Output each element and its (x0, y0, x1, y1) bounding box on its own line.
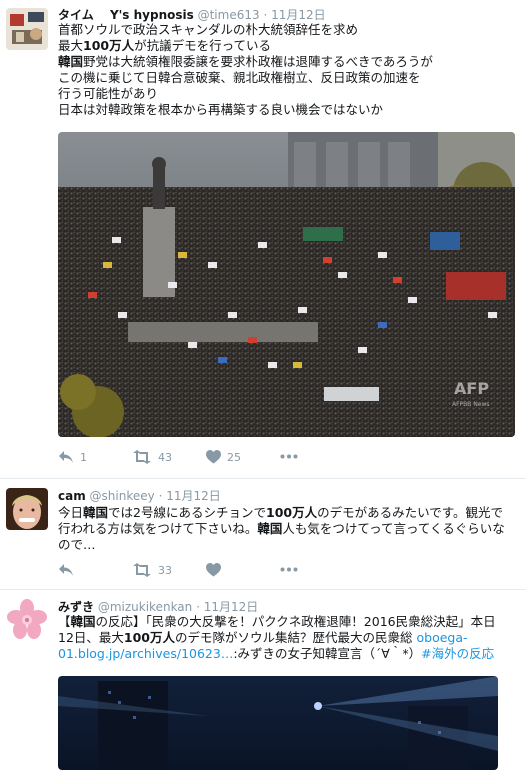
tweet-text-line: 日本は対韓政策を根本から再構築する良い機会ではないか (58, 102, 513, 118)
reply-icon (59, 451, 73, 463)
timestamp[interactable]: 11月12日 (166, 489, 221, 503)
bold-keyword: 韓国 (70, 614, 96, 629)
tweet-text-line: 12日、最大100万人のデモ隊がソウル集結？歴代最大の民衆総 oboega- (58, 630, 513, 646)
tweet-text: 【韓国の反応】「民衆の大反撃を！パククネ政権退陣！2016民衆総決起」本日 12日… (58, 614, 513, 662)
tweet-photo[interactable] (58, 676, 498, 770)
tweet-text-line: 【韓国の反応】「民衆の大反撃を！パククネ政権退陣！2016民衆総決起」本日 (58, 614, 513, 630)
like-button[interactable] (206, 563, 227, 577)
bold-keyword: 100万人 (83, 38, 135, 53)
text-segment: 12日、最大 (58, 630, 124, 645)
reply-button[interactable] (58, 563, 80, 577)
more-icon (280, 454, 298, 459)
bold-keyword: 韓国 (257, 521, 283, 536)
tweet-text: 首都ソウルで政治スキャンダルの朴大統領辞任を求め 最大100万人が抗議デモを行って… (58, 22, 513, 118)
tweet-header: みずき @mizukikenkan · 11月12日 (58, 600, 259, 614)
bold-keyword: 韓国 (58, 54, 84, 69)
retweet-button[interactable]: 33 (132, 563, 172, 577)
like-button[interactable]: 25 (206, 450, 241, 464)
tweet[interactable]: タイム Y's hypnosis @time613 · 11月12日 首都ソウル… (0, 0, 526, 479)
tweet-photo[interactable]: AFP AFPBB News (58, 132, 515, 437)
avatar[interactable] (6, 8, 48, 50)
retweet-count: 43 (158, 450, 172, 464)
like-icon (206, 450, 221, 464)
more-button[interactable] (280, 567, 298, 572)
tweet-text-line: 最大100万人が抗議デモを行っている (58, 38, 513, 54)
tweet-text-line: 行う可能性があり (58, 86, 513, 102)
tweet-text-line: 01.blog.jp/archives/10623…:みずきの女子知韓宣言（´∀… (58, 646, 513, 662)
avatar[interactable] (6, 598, 48, 640)
bold-keyword: 100万人 (266, 505, 318, 520)
tweet-header: タイム Y's hypnosis @time613 · 11月12日 (58, 8, 326, 22)
display-name[interactable]: cam (58, 489, 86, 503)
reply-count: 1 (80, 450, 87, 464)
tweet-text-line: 首都ソウルで政治スキャンダルの朴大統領辞任を求め (58, 22, 513, 38)
reply-button[interactable]: 1 (58, 450, 87, 464)
tweet-text: 今日韓国では2号線にあるシチョンで100万人のデモがあるみたいです。観光で 行われ… (58, 505, 513, 553)
display-name[interactable]: タイム Y's hypnosis (58, 8, 194, 22)
text-segment: のデモがあるみたいです。観光で (317, 505, 503, 520)
text-segment: では2号線にあるシチョンで (108, 505, 266, 520)
text-segment: 人も気をつけてって言ってくるぐらいな (282, 521, 505, 536)
more-icon (280, 567, 298, 572)
tweet-text-line: 韓国野党は大統領権限委譲を要求朴政権は退陣するべきであろうが (58, 54, 513, 70)
photo-watermark: AFPBB News (452, 401, 490, 408)
retweet-icon (133, 450, 151, 464)
retweet-icon (133, 563, 151, 577)
tweet-text-line: 今日韓国では2号線にあるシチョンで100万人のデモがあるみたいです。観光で (58, 505, 513, 521)
svg-text:AFP: AFP (454, 379, 489, 398)
tweet-text-line: 行われる方は気をつけて下さいね。韓国人も気をつけてって言ってくるぐらいな (58, 521, 513, 537)
text-segment: が抗議デモを行っている (134, 38, 271, 53)
text-segment: 今日 (58, 505, 84, 520)
text-segment: ので… (58, 537, 96, 552)
tweet-text-line: ので… (58, 537, 513, 553)
tweet-actions: 33 (58, 563, 498, 581)
link[interactable]: 01.blog.jp/archives/10623… (58, 646, 233, 661)
tweet[interactable]: cam @shinkeey · 11月12日 今日韓国では2号線にあるシチョンで… (0, 479, 526, 590)
timestamp[interactable]: 11月12日 (271, 8, 326, 22)
tweet-actions: 1 43 25 (58, 450, 498, 468)
text-segment: 【 (58, 614, 71, 629)
tweet[interactable]: みずき @mizukikenkan · 11月12日 【韓国の反応】「民衆の大反… (0, 590, 526, 770)
like-count: 25 (227, 450, 241, 464)
bold-keyword: 韓国 (83, 505, 109, 520)
tweet-text-line: この機に乗じて日韓合意破棄、親北政権樹立、反日政策の加速を (58, 70, 513, 86)
more-button[interactable] (280, 454, 298, 459)
text-segment: の反応】「民衆の大反撃を！パククネ政権退陣！2016民衆総決起」本日 (95, 614, 496, 629)
display-name[interactable]: みずき (58, 600, 94, 614)
user-handle[interactable]: @shinkeey (90, 489, 155, 503)
timestamp[interactable]: 11月12日 (204, 600, 259, 614)
bold-keyword: 100万人 (123, 630, 175, 645)
like-icon (206, 563, 221, 577)
text-segment: 行われる方は気をつけて下さいね。 (58, 521, 258, 536)
text-segment: 日本は対韓政策を根本から再構築する良い機会ではないか (58, 102, 384, 117)
retweet-button[interactable]: 43 (132, 450, 172, 464)
text-segment: 首都ソウルで政治スキャンダルの朴大統領辞任を求め (58, 22, 359, 37)
user-handle[interactable]: @time613 (198, 8, 260, 22)
text-segment: この機に乗じて日韓合意破棄、親北政権樹立、反日政策の加速を (58, 70, 421, 85)
reply-icon (59, 564, 73, 576)
tweet-header: cam @shinkeey · 11月12日 (58, 489, 221, 503)
text-segment: 最大 (58, 38, 84, 53)
text-segment: のデモ隊がソウル集結？歴代最大の民衆総 (175, 630, 417, 645)
avatar[interactable] (6, 488, 48, 530)
text-segment: :みずきの女子知韓宣言（´∀｀*） (233, 646, 422, 661)
text-segment: 行う可能性があり (58, 86, 159, 101)
link[interactable]: #海外の反応 (421, 646, 494, 661)
text-segment: 野党は大統領権限委譲を要求朴政権は退陣するべきであろうが (83, 54, 433, 69)
link[interactable]: oboega- (416, 630, 467, 645)
retweet-count: 33 (158, 563, 172, 577)
user-handle[interactable]: @mizukikenkan (98, 600, 192, 614)
